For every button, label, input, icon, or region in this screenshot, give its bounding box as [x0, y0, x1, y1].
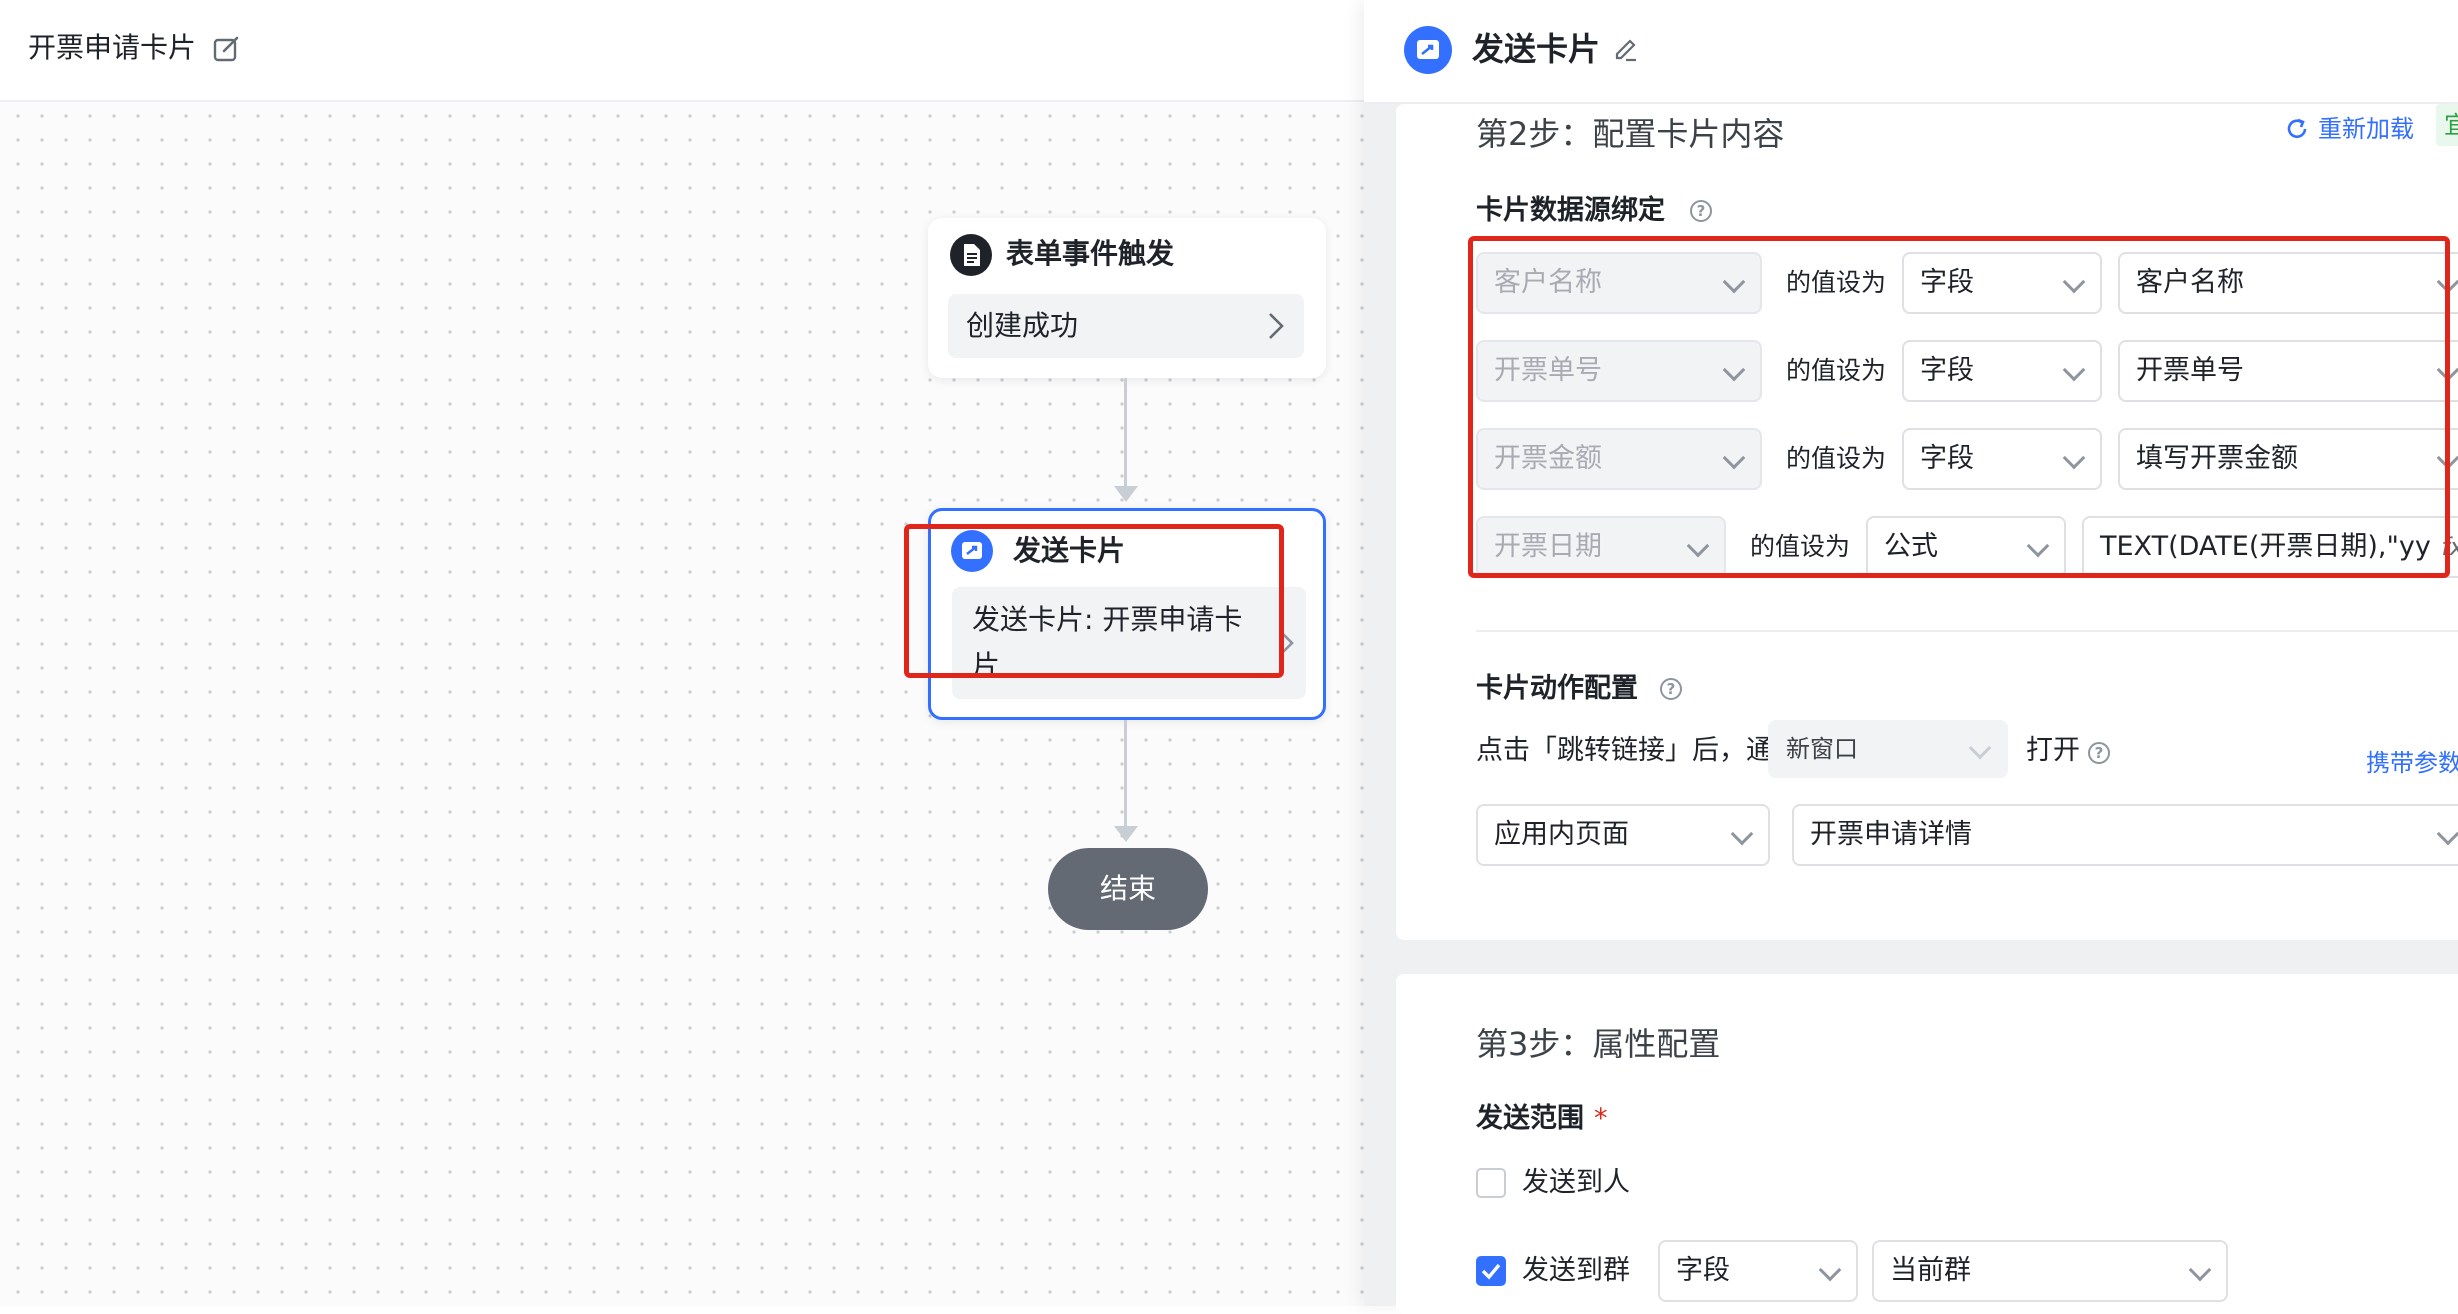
step2-title: 第2步：配置卡片内容 [1476, 115, 1785, 153]
help-icon[interactable]: ? [1660, 678, 1682, 700]
edit-square-icon[interactable] [212, 34, 242, 64]
pencil-icon[interactable] [1612, 34, 1640, 62]
group-type-value: 字段 [1676, 1255, 1730, 1286]
check-icon [1481, 1263, 1501, 1280]
action-section-title: 卡片动作配置 [1476, 673, 1638, 704]
divider [1476, 630, 2458, 632]
refresh-icon [2287, 118, 2307, 138]
trigger-node-body-text: 创建成功 [966, 309, 1079, 342]
step3-card: 第3步：属性配置 发送范围 * 发送到人 发送到群 字段 当前群 [1396, 974, 2458, 1314]
reload-label: 重新加载 [2318, 115, 2414, 143]
connector-arrow [1114, 826, 1138, 842]
flow-canvas[interactable]: 开票申请卡片 表单事件触发 创建成功 发送卡片 发送卡片: 开票申请卡 片 结束 [0, 0, 1364, 1306]
send-to-group-checkbox[interactable] [1476, 1256, 1506, 1286]
carry-params-link[interactable]: 携带参数 [2366, 746, 2458, 780]
chevron-down-icon [2188, 1258, 2212, 1282]
flow-title: 开票申请卡片 [28, 31, 197, 64]
window-mode-select[interactable]: 新窗口 [1768, 720, 2008, 778]
page-type-select[interactable]: 应用内页面 [1476, 804, 1770, 866]
connector-line [1124, 378, 1127, 488]
send-to-group-label: 发送到群 [1522, 1255, 1630, 1286]
chevron-down-icon [1818, 1258, 1842, 1282]
binding-section-title: 卡片数据源绑定 [1476, 195, 1665, 226]
page-type-value: 应用内页面 [1494, 819, 1629, 850]
group-target-value: 当前群 [1890, 1255, 1971, 1286]
window-mode-value: 新窗口 [1786, 735, 1858, 763]
send-scope-title: 发送范围 [1476, 1103, 1584, 1134]
send-to-person-checkbox[interactable] [1476, 1168, 1506, 1198]
highlight-box-node [904, 524, 1284, 678]
action-prefix-text: 点击「跳转链接」后，通过 [1476, 735, 1800, 766]
trigger-node-title: 表单事件触发 [1006, 237, 1175, 270]
card-send-icon [1404, 26, 1452, 74]
chevron-down-icon [2436, 822, 2458, 846]
page-target-select[interactable]: 开票申请详情 [1792, 804, 2458, 866]
chevron-right-icon [1269, 313, 1284, 339]
page-target-value: 开票申请详情 [1810, 819, 1972, 850]
panel-title: 发送卡片 [1472, 30, 1601, 68]
help-icon[interactable]: ? [1690, 200, 1712, 222]
step3-title: 第3步：属性配置 [1476, 1025, 1721, 1063]
flow-header: 开票申请卡片 [0, 0, 1364, 102]
config-panel: 发送卡片 第2步：配置卡片内容 重新加载 宜 卡片数据源绑定 ? 客户名称 的值… [1364, 0, 2458, 1314]
chevron-down-icon [1968, 736, 1992, 760]
highlight-box-bindings [1468, 236, 2450, 578]
document-icon [950, 234, 992, 276]
trigger-node-body[interactable]: 创建成功 [948, 294, 1304, 358]
send-to-person-label: 发送到人 [1522, 1167, 1630, 1198]
group-target-select[interactable]: 当前群 [1872, 1240, 2228, 1302]
group-type-select[interactable]: 字段 [1658, 1240, 1858, 1302]
required-mark: * [1594, 1103, 1608, 1134]
help-icon[interactable]: ? [2088, 742, 2110, 764]
trigger-node[interactable]: 表单事件触发 创建成功 [928, 218, 1326, 378]
connector-arrow [1114, 486, 1138, 502]
end-node[interactable]: 结束 [1048, 848, 1208, 930]
step2-card: 第2步：配置卡片内容 重新加载 宜 卡片数据源绑定 ? 客户名称 的值设为 字段… [1396, 104, 2458, 940]
connector-line [1124, 720, 1127, 828]
action-suffix-text: 打开 [2026, 735, 2080, 766]
chevron-down-icon [1730, 822, 1754, 846]
panel-header: 发送卡片 [1364, 0, 2458, 104]
cut-tag: 宜 [2436, 104, 2458, 146]
